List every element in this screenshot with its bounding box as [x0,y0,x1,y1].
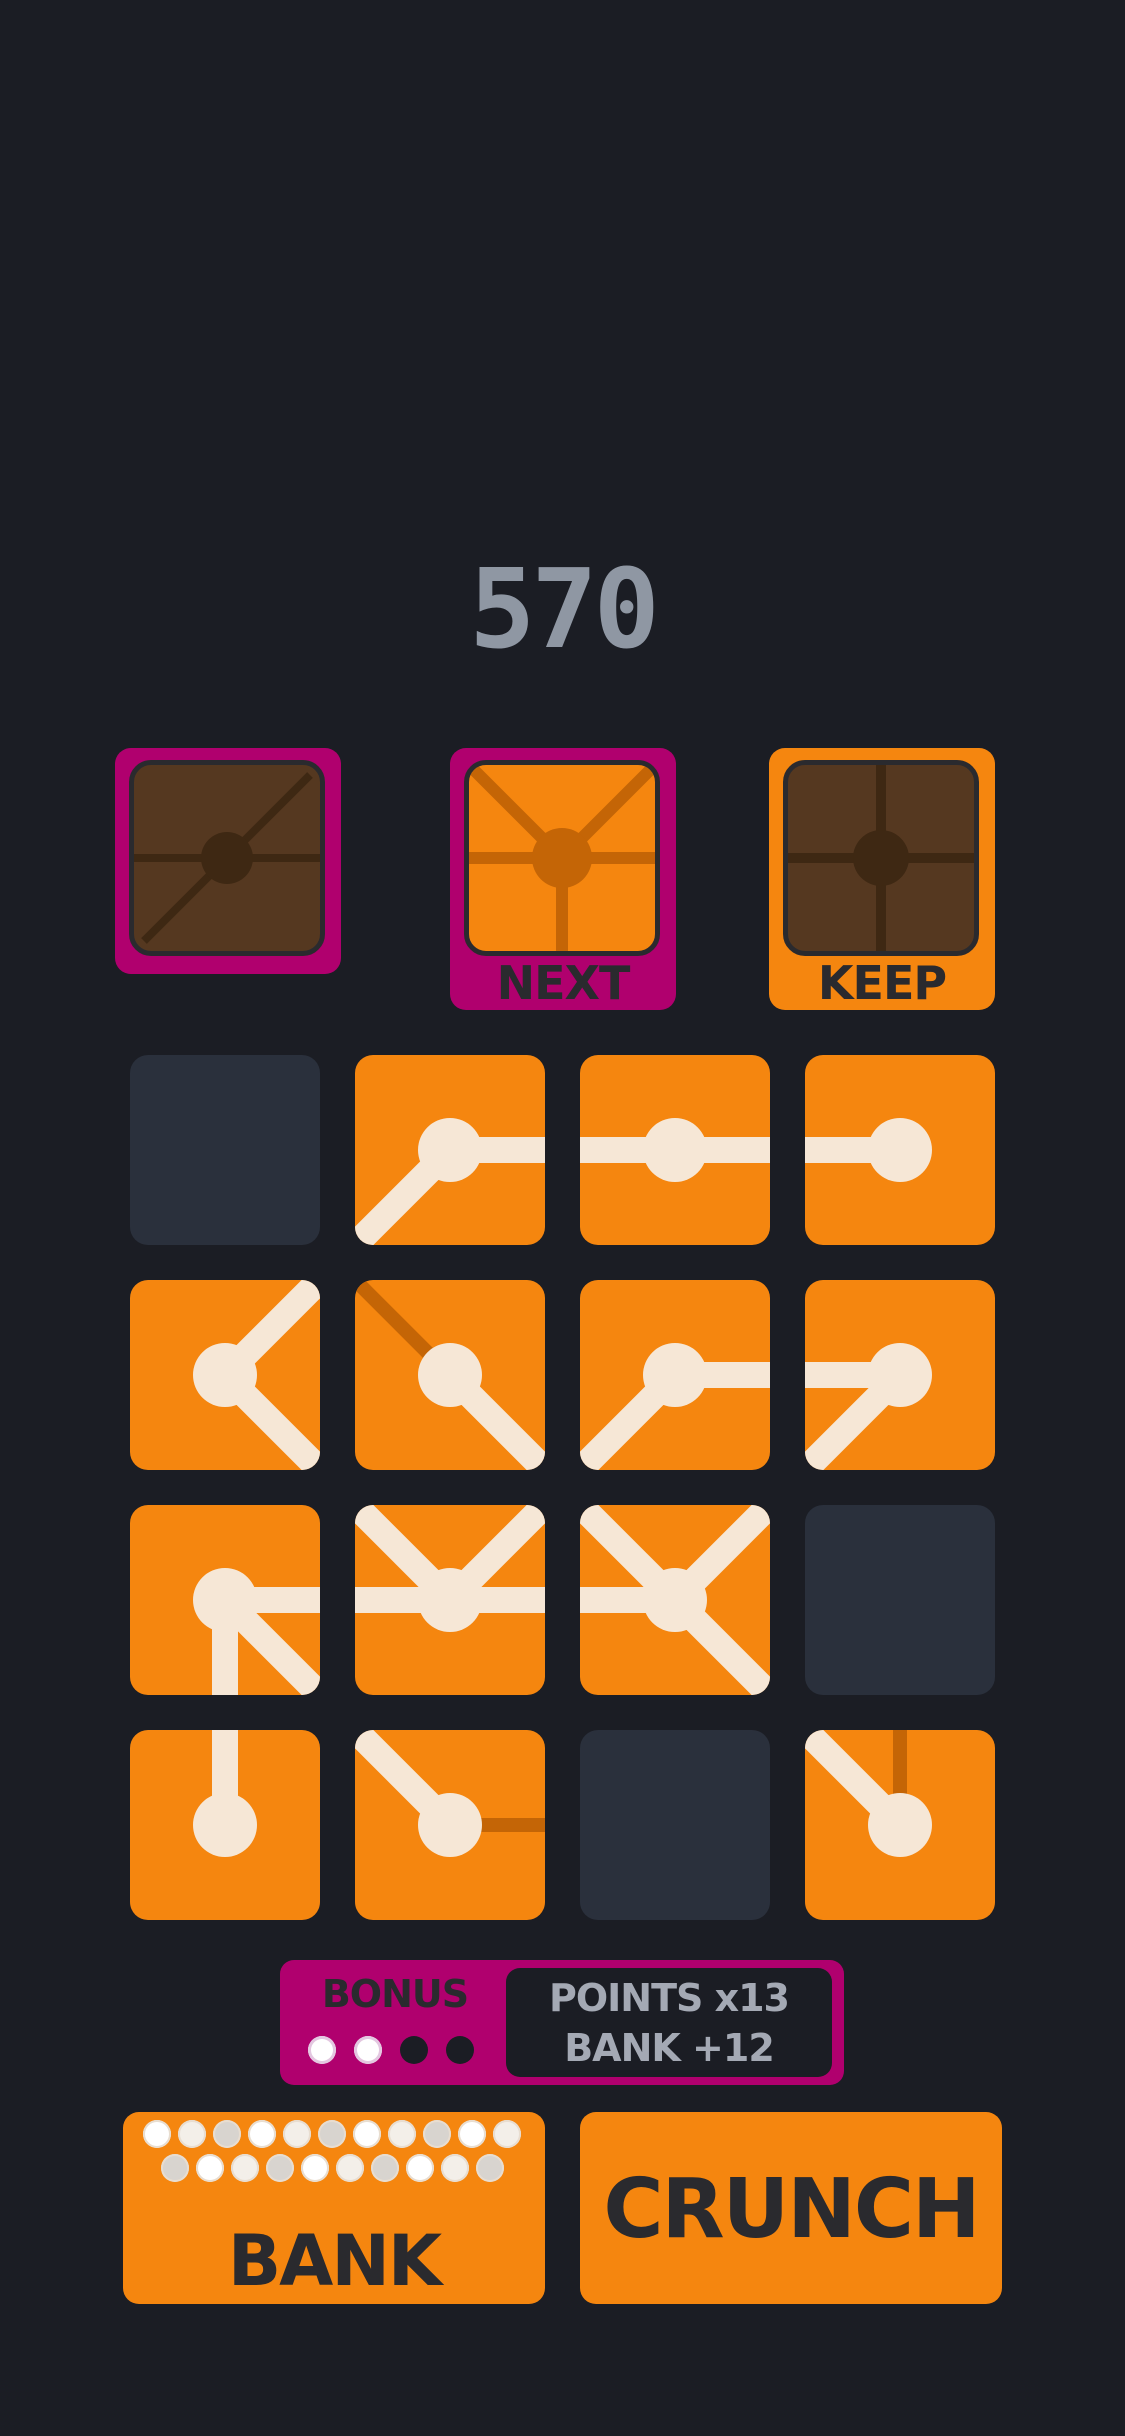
pipe-pattern-icon [580,1118,770,1182]
pipe-pattern-icon [193,1280,320,1470]
pipe-pattern-icon [580,1505,770,1695]
empty-slot[interactable] [805,1505,995,1695]
bank-pearl [493,2120,521,2148]
pipe-pattern-icon [355,1730,545,1857]
empty-slot[interactable] [130,1055,320,1245]
keep-label: KEEP [817,956,947,1010]
bonus-label: BONUS [321,1972,469,2016]
bank-pearl [441,2154,469,2182]
board-tile[interactable] [355,1505,545,1695]
board-tile[interactable] [355,1055,545,1245]
next-tile-preview: NEXT [450,748,676,1010]
bank-pearl [266,2154,294,2182]
bank-pearl [178,2120,206,2148]
bank-pearl [161,2154,189,2182]
bank-pearl [143,2120,171,2148]
bonus-dot [308,2036,336,2064]
bonus-info: POINTS x13 BANK +12 [506,1968,832,2077]
bank-pearl [248,2120,276,2148]
pipe-node [868,1118,932,1182]
pipe-node [868,1343,932,1407]
bank-pearl [196,2154,224,2182]
bank-bonus: BANK +12 [564,2026,775,2070]
crunch-label: CRUNCH [603,2162,980,2257]
bank-pearl [301,2154,329,2182]
pipe-node [193,1568,257,1632]
board-tile[interactable] [580,1280,770,1470]
bank-pearl [231,2154,259,2182]
pipe-node [193,1793,257,1857]
bonus-dot [400,2036,428,2064]
bank-button[interactable]: BANK [123,2112,545,2304]
crunch-button[interactable]: CRUNCH [580,2112,1002,2304]
bank-label: BANK [227,2220,442,2302]
pipe-pattern-icon [805,1118,932,1182]
bank-pearl [406,2154,434,2182]
next-tile-pattern-icon [469,765,655,951]
bank-pearl [318,2120,346,2148]
empty-slot[interactable] [580,1730,770,1920]
board-tile[interactable] [130,1280,320,1470]
bank-pearl [388,2120,416,2148]
board-tile[interactable] [355,1280,545,1470]
pipe-node [643,1568,707,1632]
keep-tile-pattern-icon [788,765,974,951]
score: 570 [469,545,660,673]
next-label: NEXT [496,956,631,1010]
board-tile[interactable] [805,1730,995,1920]
bank-pearl [353,2120,381,2148]
pipe-pattern-icon [193,1730,257,1857]
bank-pearl [213,2120,241,2148]
board-tile[interactable] [805,1055,995,1245]
bank-pearl [336,2154,364,2182]
board-tile[interactable] [580,1505,770,1695]
bonus-dot [354,2036,382,2064]
pipe-node [643,1118,707,1182]
pipe-pattern-icon [355,1118,545,1245]
pipe-node [868,1793,932,1857]
bank-pearl [283,2120,311,2148]
board-tile[interactable] [805,1280,995,1470]
board-tile[interactable] [130,1505,320,1695]
bank-pearl [371,2154,399,2182]
board-tile[interactable] [130,1730,320,1920]
pipe-node [418,1343,482,1407]
points-multiplier: POINTS x13 [548,1976,790,2020]
pipe-pattern-icon [355,1505,545,1632]
pipe-pattern-icon [580,1343,770,1470]
pipe-pattern-icon [805,1343,932,1470]
bonus-dot [446,2036,474,2064]
pipe-pattern-icon [805,1730,932,1857]
bank-pearl [423,2120,451,2148]
previous-tile-pattern-icon [134,772,320,944]
board-tile[interactable] [580,1055,770,1245]
pipe-node [418,1568,482,1632]
pipe-pattern-icon [355,1280,545,1470]
previous-tile-preview [115,748,341,974]
bank-pearl [458,2120,486,2148]
pipe-node [418,1793,482,1857]
keep-tile-slot[interactable]: KEEP [769,748,995,1010]
pipe-node [193,1343,257,1407]
pipe-node [418,1118,482,1182]
bank-pearl [476,2154,504,2182]
board-tile[interactable] [355,1730,545,1920]
pipe-pattern-icon [193,1568,320,1695]
bonus-panel: BONUS POINTS x13 BANK +12 [280,1960,844,2085]
pipe-node [643,1343,707,1407]
